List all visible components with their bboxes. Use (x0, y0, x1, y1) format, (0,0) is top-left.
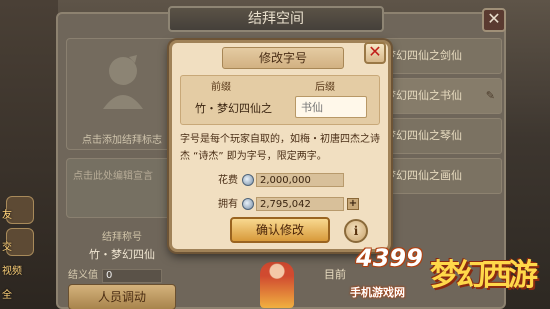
confirm-button[interactable]: 确认修改 (230, 217, 330, 243)
silver-coin-icon (242, 198, 254, 210)
plus-icon[interactable]: + (347, 198, 359, 210)
member-item[interactable]: 梦幻四仙之画仙 (378, 158, 502, 194)
cost-label: 花费 (218, 175, 238, 186)
close-icon[interactable]: ✕ (482, 8, 506, 32)
emblem-placeholder-icon (103, 55, 143, 109)
sworn-title-label: 结拜称号 (102, 232, 142, 243)
all-label: 全 (2, 290, 12, 301)
friend-label: 友 (2, 210, 12, 221)
owned-label: 拥有 (218, 199, 238, 210)
member-name: 梦幻四仙之琴仙 (385, 129, 462, 142)
member-name: 梦幻四仙之画仙 (385, 169, 462, 182)
rename-dialog: 修改字号 ✕ 前缀 后缀 竹・梦幻四仙之 字号是每个玩家自取的，如梅・初唐四杰之… (169, 40, 391, 252)
video-label: 视频 (2, 266, 22, 277)
left-sidebar: 友 交 视频 全 (0, 0, 58, 309)
emblem-card[interactable]: 点击添加结拜标志 (66, 38, 178, 150)
member-list: 梦幻四仙之剑仙 梦幻四仙之书仙 ✎ 梦幻四仙之琴仙 梦幻四仙之画仙 (378, 38, 502, 198)
prefix-value: 竹・梦幻四仙之 (195, 102, 272, 115)
panel-title: 结拜空间 (168, 6, 384, 32)
loyalty-value: 0 (102, 269, 162, 283)
silver-coin-icon (242, 174, 254, 186)
watermark-site: 手机游戏网 (350, 286, 405, 299)
member-name: 梦幻四仙之剑仙 (385, 49, 462, 62)
info-icon[interactable]: i (344, 219, 368, 243)
status-text: 目前 (324, 268, 346, 281)
owned-row: 拥有 2,795,042 + (218, 195, 359, 211)
dialog-title: 修改字号 (222, 47, 344, 69)
prefix-header: 前缀 (211, 82, 231, 93)
member-name: 梦幻四仙之书仙 (385, 89, 462, 102)
pencil-icon[interactable]: ✎ (486, 79, 495, 113)
cost-row: 花费 2,000,000 (218, 171, 344, 187)
game-logo: 梦幻西游 (430, 258, 538, 293)
character-portrait (260, 262, 294, 308)
name-editor: 前缀 后缀 竹・梦幻四仙之 (180, 75, 380, 125)
owned-value: 2,795,042 (256, 197, 344, 211)
loyalty-label: 结义值 (68, 270, 98, 281)
suffix-input[interactable] (295, 96, 367, 118)
dialog-description: 字号是每个玩家自取的，如梅・初唐四杰之诗杰 “诗杰” 即为字号，限定两字。 (180, 134, 380, 162)
emblem-label: 点击添加结拜标志 (82, 135, 162, 146)
member-item[interactable]: 梦幻四仙之琴仙 (378, 118, 502, 154)
declaration-field[interactable]: 点击此处编辑宣言 (66, 158, 178, 218)
cost-value: 2,000,000 (256, 173, 344, 187)
member-item[interactable]: 梦幻四仙之书仙 ✎ (378, 78, 502, 114)
left-column: 点击添加结拜标志 点击此处编辑宣言 结拜称号 竹・梦幻四仙 结义值 0 人员调动 (66, 38, 178, 309)
declaration-placeholder: 点击此处编辑宣言 (73, 171, 153, 182)
transfer-members-button[interactable]: 人员调动 (68, 284, 176, 309)
sworn-title-value: 竹・梦幻四仙 (89, 248, 155, 261)
sworn-title: 结拜称号 竹・梦幻四仙 (66, 228, 178, 262)
loyalty-row: 结义值 0 (68, 266, 162, 283)
suffix-header: 后缀 (315, 82, 335, 93)
watermark-4399: 4399 (356, 244, 423, 272)
close-icon[interactable]: ✕ (364, 42, 386, 64)
member-item[interactable]: 梦幻四仙之剑仙 (378, 38, 502, 74)
social-label: 交 (2, 242, 12, 253)
